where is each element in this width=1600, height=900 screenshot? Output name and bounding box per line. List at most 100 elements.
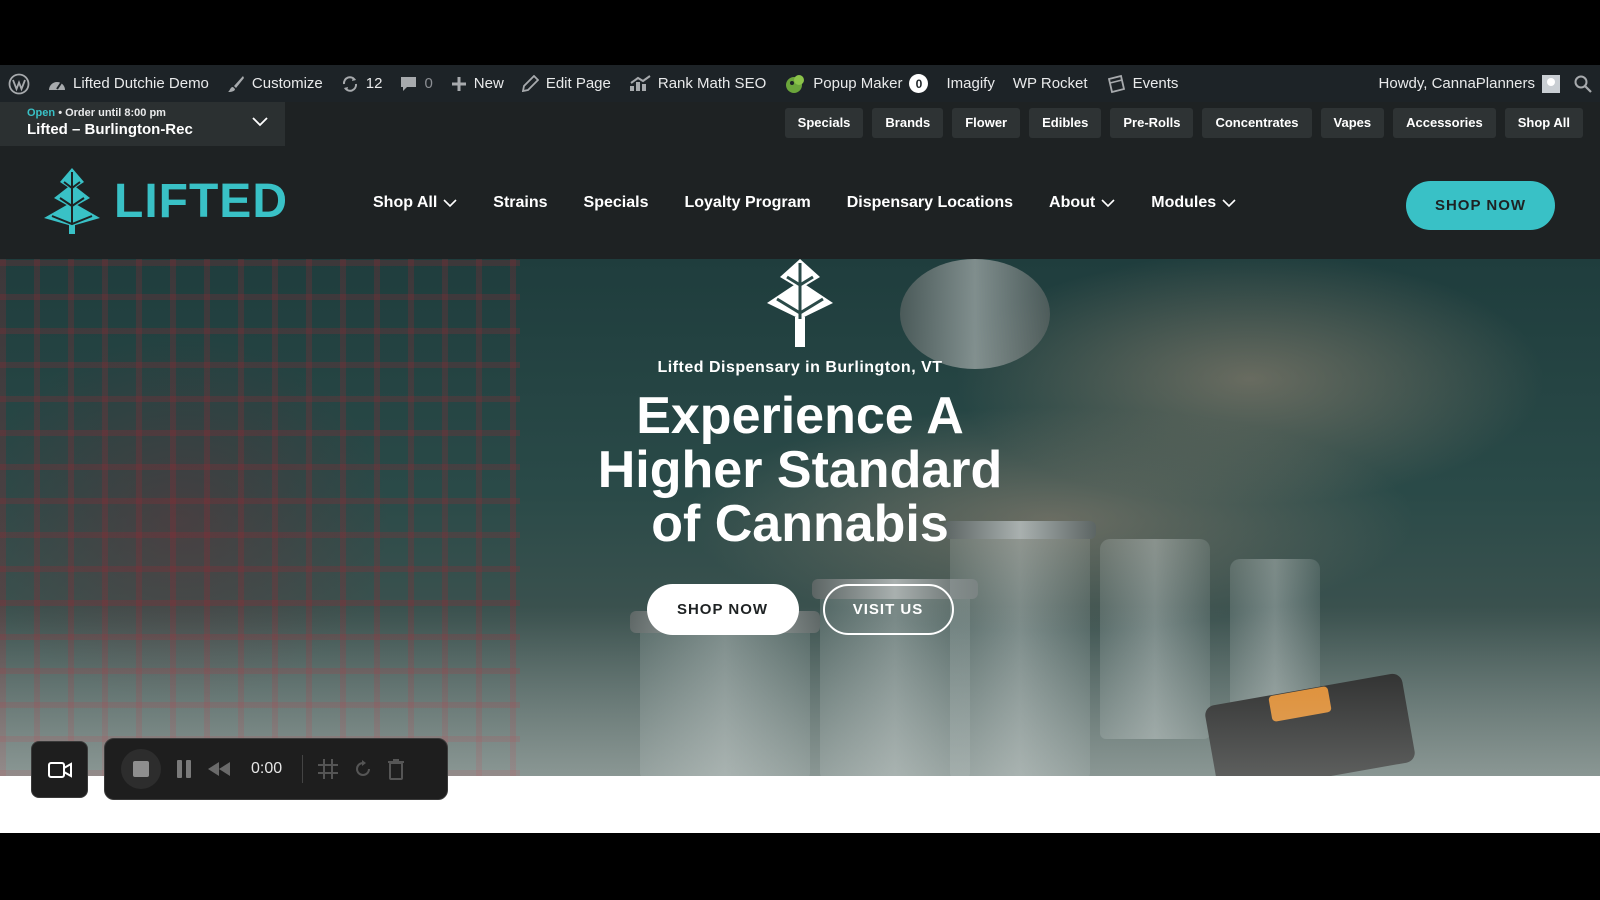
jar-lid-decoration — [900, 259, 1050, 369]
category-pill[interactable]: Accessories — [1393, 108, 1496, 138]
wp-rocket-label: WP Rocket — [1012, 75, 1088, 92]
recorder-stop-button[interactable] — [121, 749, 161, 789]
rank-math-label: Rank Math SEO — [657, 75, 767, 92]
wordpress-logo[interactable] — [8, 73, 30, 95]
brush-icon — [227, 75, 244, 92]
updates-count: 12 — [365, 75, 383, 92]
category-pill[interactable]: Edibles — [1029, 108, 1102, 138]
site-name-label: Lifted Dutchie Demo — [73, 75, 209, 92]
nav-shop-all-label: Shop All — [373, 194, 438, 211]
recorder-toolbar: 0:00 — [104, 738, 448, 800]
site-logo[interactable]: LIFTED — [40, 168, 288, 234]
chevron-down-icon — [443, 198, 457, 207]
comments-link[interactable]: 0 — [400, 75, 433, 92]
nav-locations-label: Dispensary Locations — [846, 194, 1014, 211]
jar-decoration — [1100, 539, 1210, 739]
popup-count-badge: 0 — [909, 74, 929, 93]
nav-loyalty-label: Loyalty Program — [684, 194, 811, 211]
new-content-link[interactable]: New — [451, 75, 504, 92]
updates-link[interactable]: 12 — [341, 75, 383, 93]
calendar-icon — [1107, 74, 1125, 93]
nav-modules-label: Modules — [1151, 194, 1217, 211]
hero-title: Experience A Higher Standard of Cannabis — [0, 389, 1600, 551]
new-label: New — [473, 75, 504, 92]
category-pill[interactable]: Flower — [952, 108, 1021, 138]
jar-decoration — [950, 529, 1090, 776]
nav-loyalty[interactable]: Loyalty Program — [684, 194, 810, 212]
wordpress-icon — [8, 73, 30, 94]
wp-rocket-link[interactable]: WP Rocket — [1013, 75, 1088, 92]
popup-maker-link[interactable]: Popup Maker 0 — [784, 74, 929, 94]
category-pill[interactable]: Brands — [872, 108, 944, 138]
nav-specials[interactable]: Specials — [584, 194, 649, 212]
nav-specials-label: Specials — [583, 194, 649, 211]
events-label: Events — [1132, 75, 1179, 92]
customize-link[interactable]: Customize — [227, 75, 323, 93]
site-name-link[interactable]: Lifted Dutchie Demo — [48, 75, 209, 92]
imagify-link[interactable]: Imagify — [946, 75, 994, 92]
edit-page-label: Edit Page — [545, 75, 611, 92]
account-link[interactable]: Howdy, CannaPlanners — [1378, 74, 1560, 93]
refresh-icon — [342, 75, 357, 92]
comments-count: 0 — [424, 75, 433, 92]
hero-buttons: SHOP NOW VISIT US — [0, 584, 1600, 635]
hero-title-line-2: Higher Standard — [597, 441, 1003, 499]
avatar — [1542, 74, 1560, 93]
tree-emblem-icon — [767, 259, 833, 347]
category-pill[interactable]: Pre-Rolls — [1110, 108, 1194, 138]
nav-about-label: About — [1049, 194, 1096, 211]
wp-admin-bar: Lifted Dutchie Demo Customize 12 0 New E… — [0, 65, 1600, 102]
rank-math-link[interactable]: Rank Math SEO — [629, 75, 766, 92]
store-open-label: Open — [27, 107, 56, 119]
events-link[interactable]: Events — [1106, 74, 1179, 94]
category-pill[interactable]: Vapes — [1320, 108, 1385, 138]
nav-modules[interactable]: Modules — [1151, 194, 1236, 212]
hero-shop-now-button[interactable]: SHOP NOW — [646, 584, 799, 635]
pause-icon[interactable] — [175, 759, 193, 779]
nav-strains-label: Strains — [493, 194, 548, 211]
store-selector[interactable]: Open • Order until 8:00 pm Lifted – Burl… — [0, 102, 285, 146]
card-reader-decoration — [1203, 672, 1417, 776]
imagify-label: Imagify — [946, 75, 995, 92]
recorder-divider — [302, 755, 304, 783]
search-icon[interactable] — [1574, 75, 1592, 93]
category-pill[interactable]: Shop All — [1504, 108, 1583, 138]
hero-section: Lifted Dispensary in Burlington, VT Expe… — [0, 259, 1600, 776]
chevron-down-icon — [1222, 198, 1236, 207]
trash-icon[interactable] — [387, 758, 405, 780]
dashboard-icon — [49, 81, 65, 90]
video-camera-icon — [47, 761, 72, 778]
howdy-label: Howdy, CannaPlanners — [1378, 75, 1535, 92]
popup-maker-icon — [786, 74, 805, 93]
rank-math-icon — [629, 75, 651, 91]
card-reader-accent — [1268, 685, 1332, 723]
store-hours-label: • Order until 8:00 pm — [58, 107, 166, 119]
pencil-icon — [521, 75, 539, 92]
plus-icon — [451, 76, 466, 91]
nav-strains[interactable]: Strains — [493, 194, 547, 212]
grid-icon[interactable] — [317, 758, 339, 780]
hero-title-line-3: of Cannabis — [651, 495, 949, 553]
store-status: Open • Order until 8:00 pm — [27, 107, 285, 119]
header-shop-now-button[interactable]: SHOP NOW — [1406, 181, 1555, 230]
category-pill[interactable]: Concentrates — [1202, 108, 1312, 138]
category-pill[interactable]: Specials — [784, 108, 864, 138]
nav-about[interactable]: About — [1049, 194, 1115, 212]
popup-maker-label: Popup Maker — [813, 75, 903, 92]
chevron-down-icon — [252, 117, 268, 127]
stop-icon — [133, 761, 149, 777]
nav-shop-all[interactable]: Shop All — [373, 194, 457, 212]
category-bar: Specials Brands Flower Edibles Pre-Rolls Conc… — [784, 108, 1583, 138]
hero-visit-us-button[interactable]: VISIT US — [822, 584, 954, 635]
comment-icon — [401, 76, 417, 91]
recorder-camera-button[interactable] — [31, 741, 88, 798]
hero-title-line-1: Experience A — [636, 387, 964, 445]
jar-decoration — [640, 619, 810, 776]
logo-text: LIFTED — [114, 174, 288, 228]
restart-icon[interactable] — [353, 759, 373, 779]
recorder-time: 0:00 — [251, 760, 283, 777]
chevron-down-icon — [1101, 198, 1115, 207]
nav-locations[interactable]: Dispensary Locations — [847, 194, 1013, 212]
edit-page-link[interactable]: Edit Page — [521, 75, 611, 92]
rewind-icon[interactable] — [207, 761, 231, 777]
